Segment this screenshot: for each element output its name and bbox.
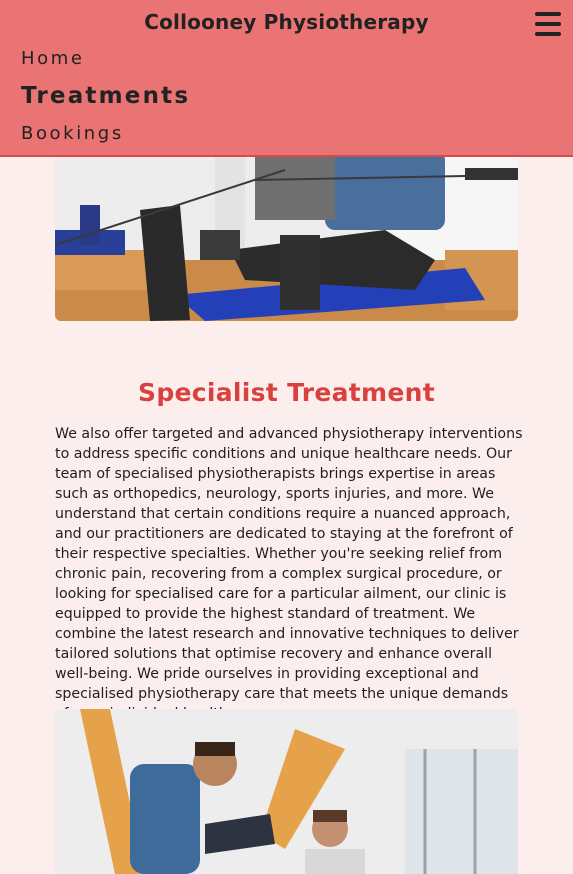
pilates-reformer-photo (55, 150, 518, 321)
physiotherapist-patient-photo (55, 709, 518, 874)
site-title[interactable]: Collooney Physiotherapy (0, 10, 573, 34)
nav-link-bookings[interactable]: Bookings (21, 123, 190, 144)
nav-link-treatments[interactable]: Treatments (21, 83, 190, 109)
nav-link-home[interactable]: Home (21, 48, 190, 69)
hamburger-menu-icon[interactable] (535, 12, 561, 36)
site-header: Collooney Physiotherapy Home Treatments … (0, 0, 573, 157)
treatment-description: We also offer targeted and advanced phys… (55, 426, 523, 722)
section-heading: Specialist Treatment (138, 377, 435, 407)
main-nav: Home Treatments Bookings (21, 48, 190, 158)
